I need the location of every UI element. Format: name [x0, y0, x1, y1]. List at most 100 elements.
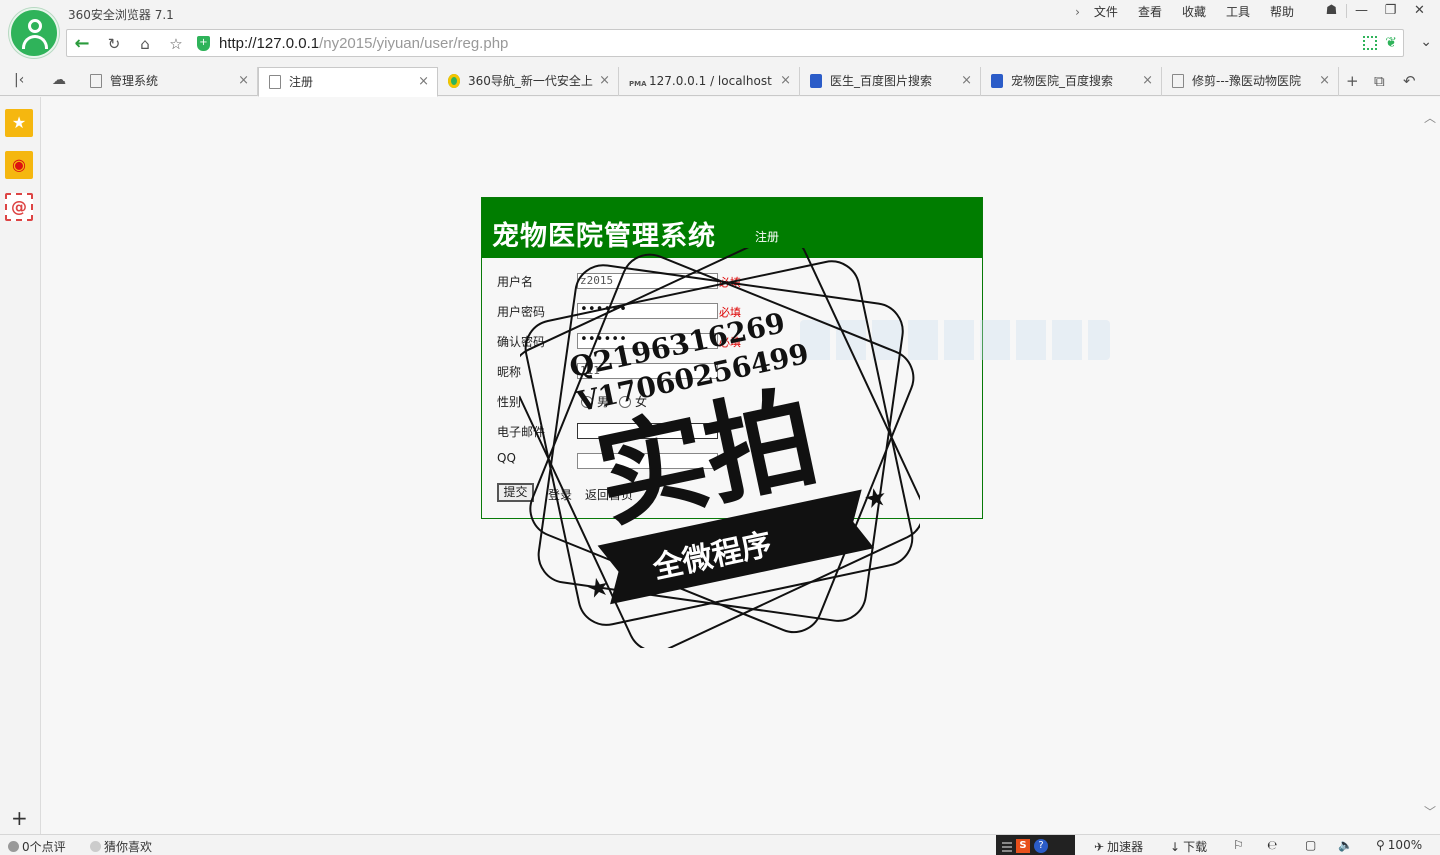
- tab-item-active[interactable]: 注册 ×: [258, 67, 438, 97]
- gender-female-label: 女: [635, 395, 648, 409]
- email-row: 电子邮件: [497, 421, 967, 441]
- scroll-down-icon[interactable]: ﹀: [1424, 803, 1436, 820]
- tab-item[interactable]: PMA 127.0.0.1 / localhost ×: [619, 67, 800, 96]
- chevron-right-icon[interactable]: ›: [1071, 4, 1084, 20]
- page-content: ︿ ﹀ 宠物医院管理系统 注册 用户名 z2015 必填 用户密码 ••••••…: [41, 97, 1440, 834]
- zoom-control[interactable]: ⚲ 100%: [1376, 838, 1422, 852]
- close-tab-icon[interactable]: ×: [599, 67, 610, 95]
- weibo-icon[interactable]: ◉: [5, 151, 33, 179]
- new-tab-icon[interactable]: +: [1346, 72, 1359, 90]
- tab-list-icon[interactable]: ⧉: [1374, 72, 1385, 90]
- tab-item[interactable]: 360导航_新一代安全上 ×: [438, 67, 619, 96]
- sound-icon[interactable]: 🔈: [1338, 838, 1353, 852]
- tab-scroll-left-icon[interactable]: |‹: [14, 72, 24, 88]
- gender-female-radio[interactable]: [619, 395, 632, 408]
- magnifier-icon: ⚲: [1376, 838, 1385, 852]
- qq-label: QQ: [497, 451, 516, 465]
- star-icon[interactable]: ☆: [165, 33, 187, 55]
- tab-item[interactable]: 管理系统 ×: [80, 67, 258, 96]
- close-tab-icon[interactable]: ×: [238, 67, 249, 95]
- email-input[interactable]: [577, 423, 718, 439]
- close-tab-icon[interactable]: ×: [418, 68, 429, 96]
- tab-bar: |‹ ☁ 管理系统 × 注册 × 360导航_新一代安全上 × PMA 127.…: [0, 66, 1440, 97]
- password-row: 用户密码 •••••• 必填: [497, 301, 967, 321]
- comments-status[interactable]: 0个点评: [8, 838, 66, 855]
- nickname-input[interactable]: 111: [577, 363, 718, 379]
- back-arrow-icon[interactable]: ←: [71, 33, 93, 55]
- sogou-ime-icon[interactable]: S: [1016, 838, 1030, 853]
- add-sidebar-icon[interactable]: +: [11, 806, 28, 830]
- required-marker: 必填: [719, 276, 741, 289]
- username-label: 用户名: [497, 275, 534, 289]
- download-icon: ↓: [1170, 839, 1181, 854]
- menu-file[interactable]: 文件: [1084, 4, 1128, 20]
- gender-label: 性别: [497, 395, 522, 409]
- window-controls: ☗ — ❐ ✕: [1317, 1, 1434, 21]
- nickname-row: 昵称 111: [497, 361, 967, 381]
- close-tab-icon[interactable]: ×: [961, 67, 972, 95]
- mail-icon[interactable]: @: [5, 193, 33, 221]
- baidu-icon: [810, 74, 822, 88]
- qq-input[interactable]: [577, 453, 718, 469]
- leaf-icon[interactable]: ❦: [1385, 35, 1397, 51]
- status-bar: 0个点评 猜你喜欢 S ? ✈ 加速器 ↓ 下载 ⚐ ℮ ▢ 🔈 ⚲ 100%: [0, 834, 1440, 855]
- tab-item[interactable]: 修剪---豫医动物医院 ×: [1162, 67, 1339, 96]
- confirm-password-input[interactable]: ••••••: [577, 333, 718, 349]
- left-sidebar: ★ ◉ @ +: [0, 97, 41, 834]
- flag-icon[interactable]: ⚐: [1233, 838, 1244, 852]
- heart-icon: [90, 841, 101, 852]
- ie-mode-icon[interactable]: ℮: [1267, 838, 1277, 852]
- address-row: ← ↻ ⌂ ☆ + http://127.0.0.1/ny2015/yiyuan…: [0, 28, 1440, 62]
- login-link[interactable]: 登录: [548, 486, 572, 503]
- ime-grip-icon: [1002, 839, 1012, 852]
- title-bar: 360安全浏览器 7.1 › 文件 查看 收藏 工具 帮助 ☗ — ❐ ✕: [0, 0, 1440, 28]
- menu-help[interactable]: 帮助: [1260, 4, 1304, 20]
- skin-icon[interactable]: ☗: [1317, 1, 1346, 21]
- close-tab-icon[interactable]: ×: [1319, 67, 1330, 95]
- guess-status[interactable]: 猜你喜欢: [90, 838, 152, 855]
- tab-list: 管理系统 × 注册 × 360导航_新一代安全上 × PMA 127.0.0.1…: [80, 67, 1339, 97]
- page-title: 宠物医院管理系统: [492, 221, 716, 252]
- help-icon[interactable]: ?: [1034, 838, 1048, 853]
- pma-icon: PMA: [629, 80, 647, 88]
- reload-icon[interactable]: ↻: [103, 33, 125, 55]
- 360-icon: [448, 74, 460, 88]
- app-title: 360安全浏览器 7.1: [68, 8, 174, 22]
- qr-code-icon[interactable]: [1363, 36, 1377, 50]
- username-row: 用户名 z2015 必填: [497, 271, 967, 291]
- menu-view[interactable]: 查看: [1128, 4, 1172, 20]
- undo-close-icon[interactable]: ↶: [1403, 72, 1416, 90]
- close-tab-icon[interactable]: ×: [1142, 67, 1153, 95]
- maximize-button[interactable]: ❐: [1376, 1, 1405, 21]
- window-icon[interactable]: ▢: [1305, 838, 1316, 852]
- menu-tools[interactable]: 工具: [1216, 4, 1260, 20]
- home-link[interactable]: 返回首页: [585, 486, 633, 503]
- required-marker: 必填: [719, 306, 741, 319]
- page-icon: [90, 74, 102, 88]
- password-input[interactable]: ••••••: [577, 303, 718, 319]
- chevron-down-icon[interactable]: ⌄: [1420, 34, 1432, 50]
- submit-button[interactable]: 提交: [497, 483, 534, 502]
- accelerator-button[interactable]: ✈ 加速器: [1094, 838, 1143, 855]
- username-input[interactable]: z2015: [577, 273, 718, 289]
- favorites-star-icon[interactable]: ★: [5, 109, 33, 137]
- security-shield-icon[interactable]: +: [197, 36, 210, 51]
- tab-item[interactable]: 宠物医院_百度搜索 ×: [981, 67, 1162, 96]
- download-button[interactable]: ↓ 下载: [1170, 838, 1207, 855]
- gender-row: 性别 男 女: [497, 391, 967, 411]
- close-button[interactable]: ✕: [1405, 1, 1434, 21]
- scroll-up-icon[interactable]: ︿: [1424, 109, 1436, 126]
- gender-options: 男 女: [581, 393, 655, 410]
- tab-item[interactable]: 医生_百度图片搜索 ×: [800, 67, 981, 96]
- close-tab-icon[interactable]: ×: [780, 67, 791, 95]
- ime-toolbar[interactable]: S ?: [996, 835, 1075, 855]
- minimize-button[interactable]: —: [1347, 1, 1376, 21]
- gender-male-radio[interactable]: [581, 395, 593, 408]
- cloud-icon[interactable]: ☁: [52, 72, 66, 88]
- url-text[interactable]: http://127.0.0.1/ny2015/yiyuan/user/reg.…: [219, 35, 508, 52]
- browser-logo-icon[interactable]: [9, 8, 59, 58]
- address-bar[interactable]: ← ↻ ⌂ ☆ + http://127.0.0.1/ny2015/yiyuan…: [66, 29, 1404, 57]
- home-icon[interactable]: ⌂: [134, 33, 156, 55]
- menu-favorites[interactable]: 收藏: [1172, 4, 1216, 20]
- rocket-icon: ✈: [1094, 839, 1105, 854]
